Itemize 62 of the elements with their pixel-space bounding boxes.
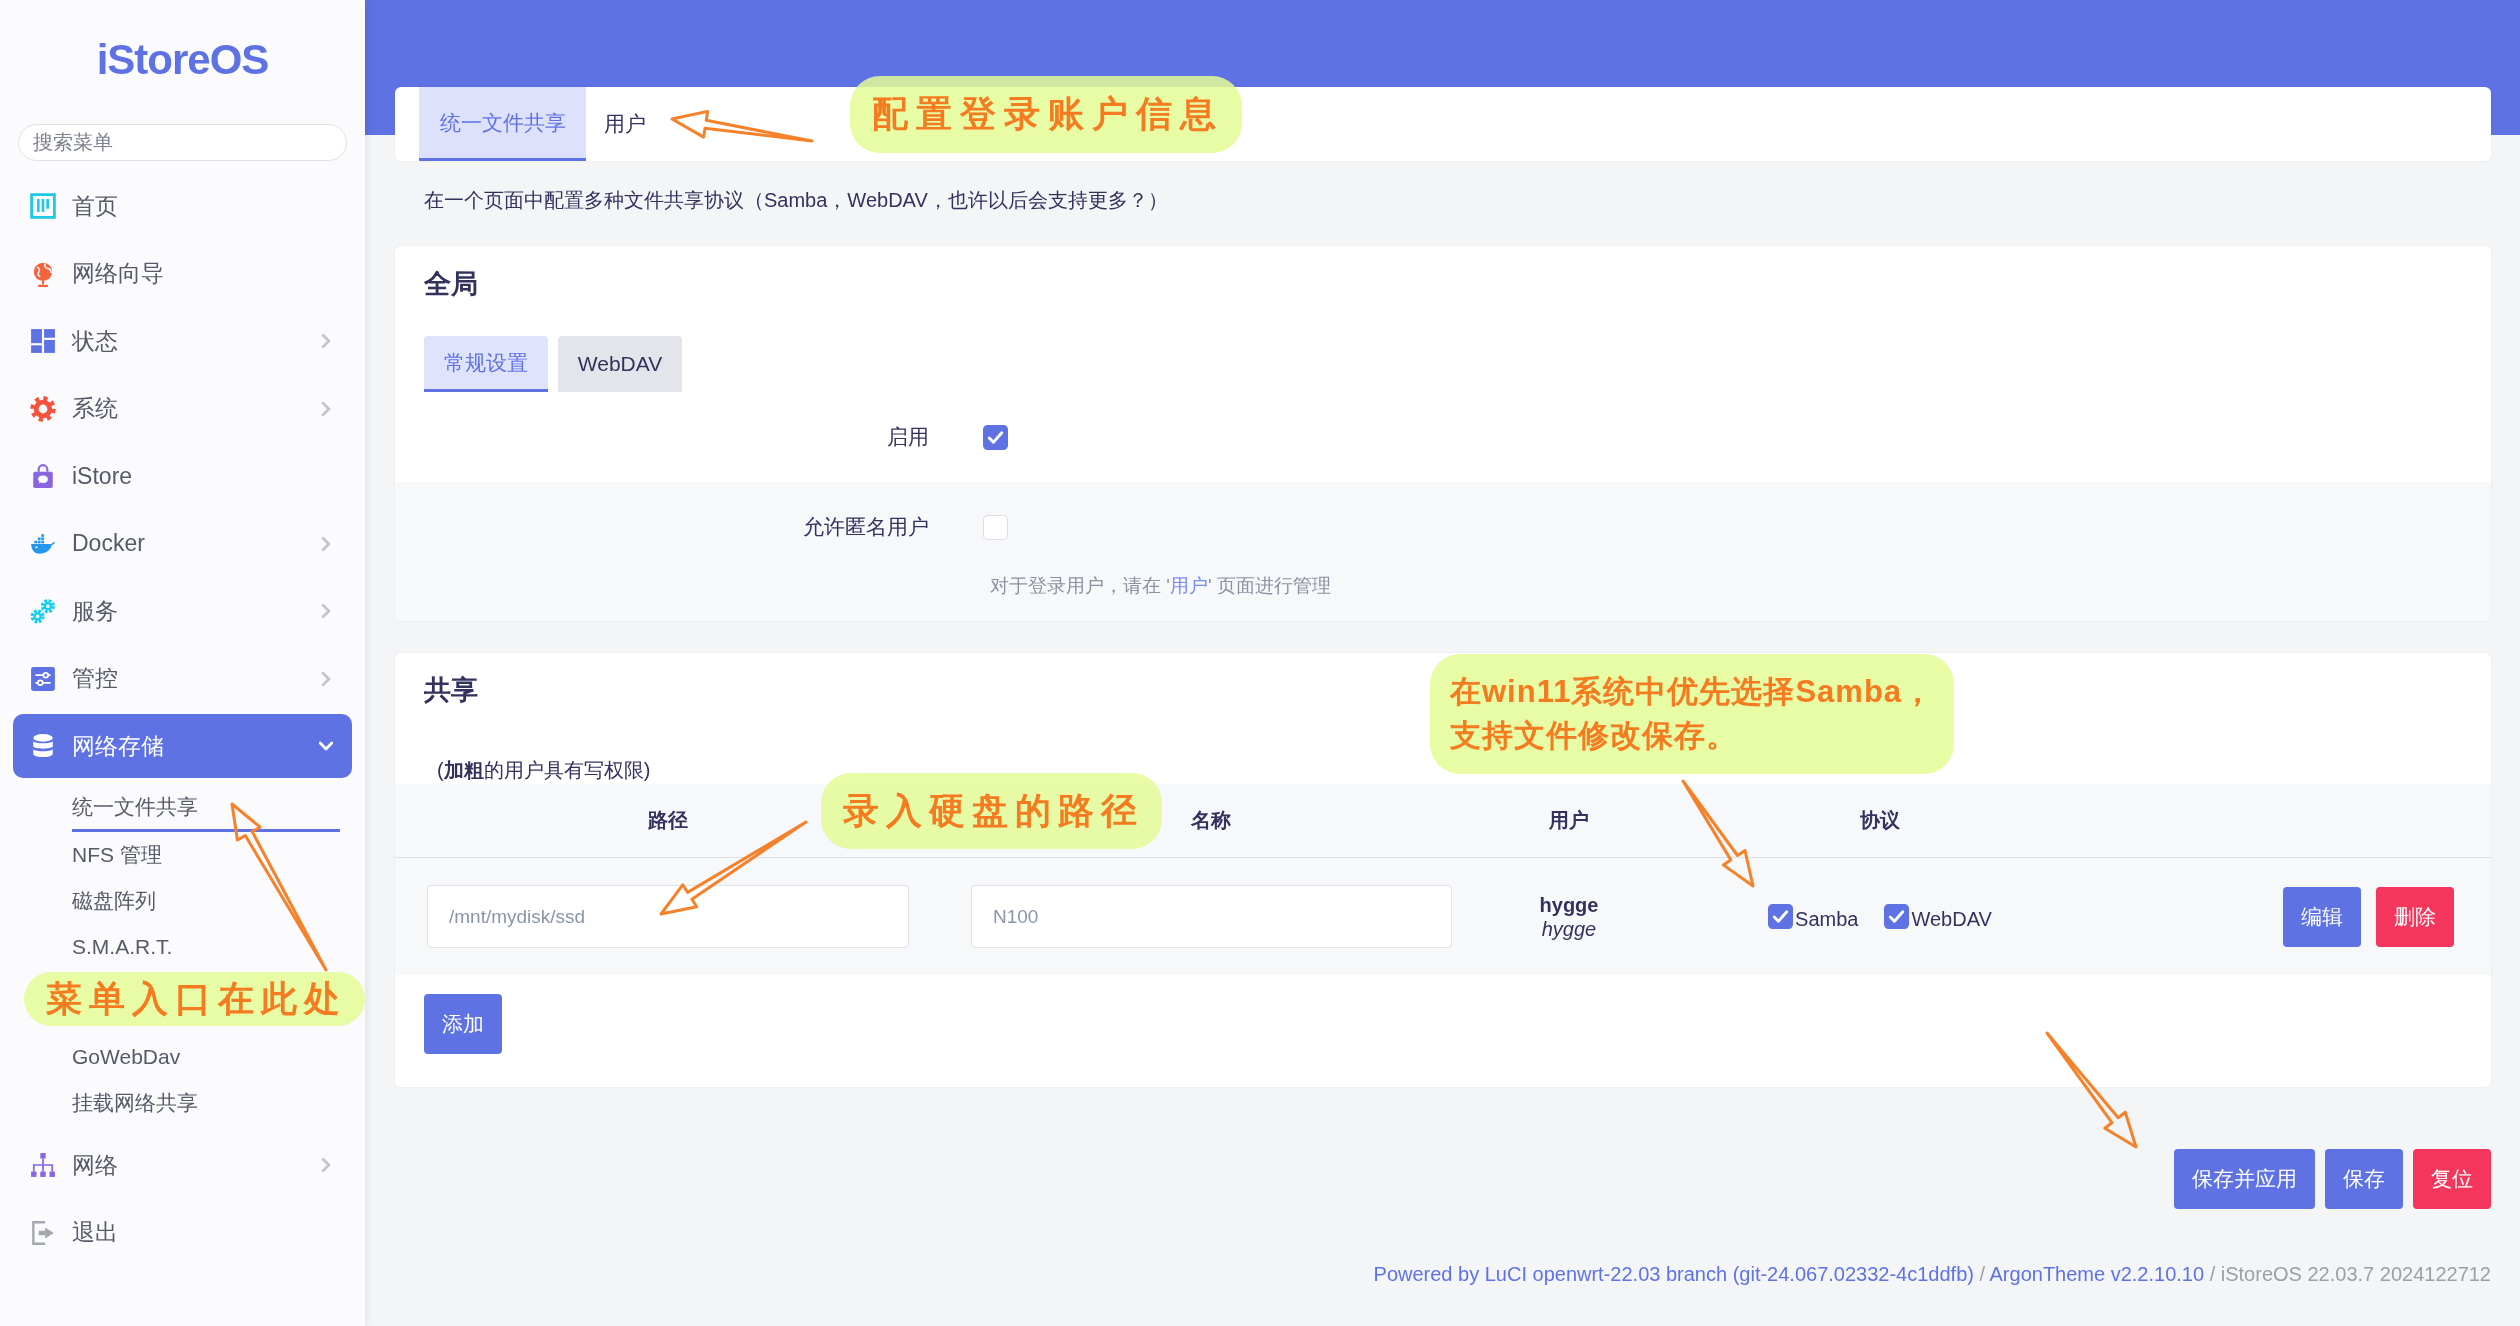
section-title: 全局 bbox=[424, 269, 478, 299]
menu-item[interactable]: 状态 bbox=[13, 309, 352, 373]
submenu-item[interactable]: 挂载网络共享 bbox=[72, 1080, 198, 1126]
annotation-tooltip: 菜单入口在此处 bbox=[24, 972, 365, 1026]
menu-item[interactable]: 网络存储 bbox=[13, 714, 352, 778]
sliders-icon bbox=[30, 665, 56, 692]
save-button[interactable]: 保存并应用 bbox=[2174, 1149, 2315, 1209]
user-name: hygge bbox=[1541, 916, 1597, 941]
gear-icon bbox=[30, 395, 56, 422]
tab[interactable]: 用户 bbox=[586, 87, 664, 161]
annotation-tooltip: 录入硬盘的路径 bbox=[821, 773, 1162, 849]
menu-item[interactable]: iStore bbox=[13, 444, 352, 508]
help-text: 对于登录用户，请在 '用户' 页面进行管理 bbox=[990, 575, 1331, 596]
field-label: 启用 bbox=[887, 425, 929, 448]
menu-item[interactable]: 系统 bbox=[13, 376, 352, 441]
logout-icon bbox=[30, 1219, 56, 1246]
sitemap-icon bbox=[30, 1152, 56, 1178]
gears-icon bbox=[30, 598, 56, 624]
footer-link[interactable]: Powered by LuCI openwrt-22.03 branch (git-24.067.02332-4c1ddfb) bbox=[1373, 1263, 1974, 1285]
delete-button[interactable]: 删除 bbox=[2376, 886, 2454, 947]
submenu-item[interactable]: 磁盘阵列 bbox=[72, 878, 156, 924]
column-header: 路径 bbox=[647, 809, 688, 831]
search-field[interactable]: 搜索菜单 bbox=[18, 124, 347, 161]
protocol-label: Samba bbox=[1795, 907, 1859, 931]
footer-text: Powered by LuCI openwrt-22.03 branch (git-24.067.02332-4c1ddfb) / ArgonTheme v2.2.10.10 / iStoreOS 22.03.7 2024122712 bbox=[1373, 1263, 2491, 1285]
submenu-item[interactable]: S.M.A.R.T. bbox=[72, 924, 173, 970]
menu-item[interactable]: 网络向导 bbox=[13, 241, 352, 306]
field-label: 允许匿名用户 bbox=[803, 515, 929, 538]
tab[interactable]: 常规设置 bbox=[424, 336, 548, 392]
menu-item[interactable]: 网络 bbox=[13, 1133, 352, 1197]
user-name: hygge bbox=[1539, 892, 1599, 917]
menu-item[interactable]: 管控 bbox=[13, 646, 352, 711]
annotation-tooltip: 在win11系统中优先选择Samba， 支持文件修改保存。 bbox=[1430, 654, 1955, 774]
add-button[interactable]: 添加 bbox=[424, 994, 502, 1054]
reset-button[interactable]: 复位 bbox=[2413, 1149, 2491, 1209]
dashboard-icon bbox=[30, 328, 56, 354]
menu-item[interactable]: 服务 bbox=[13, 579, 352, 643]
footer-link[interactable]: ArgonTheme v2.2.10.10 bbox=[1989, 1263, 2205, 1285]
menu-item[interactable]: Docker bbox=[13, 511, 352, 576]
annotation-tooltip: 配置登录账户信息 bbox=[850, 76, 1242, 153]
edit-button[interactable]: 编辑 bbox=[2283, 886, 2361, 947]
column-header: 协议 bbox=[1860, 809, 1900, 831]
checkbox[interactable] bbox=[983, 424, 1008, 450]
protocol-label: WebDAV bbox=[1911, 907, 1992, 931]
submenu-item[interactable]: NFS 管理 bbox=[72, 832, 162, 878]
database-icon bbox=[30, 733, 56, 759]
brand-logo: iStoreOS bbox=[96, 38, 269, 82]
column-header: 用户 bbox=[1549, 809, 1589, 831]
column-header: 名称 bbox=[1191, 809, 1231, 831]
submenu-item[interactable]: 统一文件共享 bbox=[72, 782, 340, 832]
note-text: (加粗的用户具有写权限) bbox=[437, 759, 651, 781]
save-button[interactable]: 保存 bbox=[2325, 1149, 2403, 1209]
tab[interactable]: WebDAV bbox=[558, 336, 682, 392]
menu-item[interactable]: 首页 bbox=[13, 174, 352, 238]
bar-chart-icon bbox=[30, 193, 56, 219]
description-text: 在一个页面中配置多种文件共享协议（Samba，WebDAV，也许以后会支持更多？） bbox=[424, 189, 1168, 211]
checkbox[interactable] bbox=[1768, 904, 1794, 929]
submenu-item[interactable]: GoWebDav bbox=[72, 1034, 181, 1080]
checkbox[interactable] bbox=[1884, 904, 1910, 929]
menu-item[interactable]: 退出 bbox=[13, 1200, 352, 1265]
shopping-bag-icon bbox=[30, 463, 56, 489]
section-title: 共享 bbox=[424, 675, 478, 705]
